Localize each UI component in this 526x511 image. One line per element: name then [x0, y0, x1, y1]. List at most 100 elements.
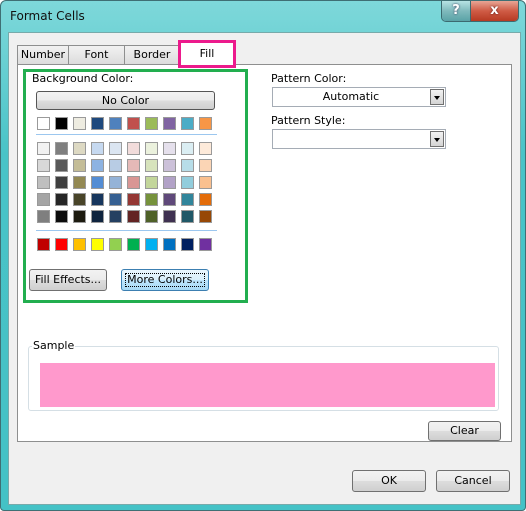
tint-color-swatch[interactable] — [181, 159, 194, 172]
tint-color-swatch[interactable] — [73, 210, 86, 223]
tint-color-swatch[interactable] — [163, 159, 176, 172]
theme-color-swatch[interactable] — [199, 117, 212, 130]
theme-color-swatch[interactable] — [91, 117, 104, 130]
tint-color-swatch[interactable] — [127, 159, 140, 172]
standard-color-swatch[interactable] — [109, 238, 122, 251]
standard-color-swatch[interactable] — [163, 238, 176, 251]
theme-color-swatch[interactable] — [163, 117, 176, 130]
tint-color-swatch[interactable] — [145, 159, 158, 172]
standard-color-swatch[interactable] — [199, 238, 212, 251]
title-bar[interactable]: Format Cells ? x — [1, 1, 525, 31]
standard-color-swatch[interactable] — [37, 238, 50, 251]
cancel-label: Cancel — [454, 474, 492, 487]
format-cells-dialog: Format Cells ? x Number Font Border Fill… — [0, 0, 526, 511]
tint-color-swatch[interactable] — [163, 142, 176, 155]
tint-color-swatch[interactable] — [55, 176, 68, 189]
theme-color-swatch[interactable] — [73, 117, 86, 130]
pattern-style-dropdown[interactable] — [272, 129, 446, 149]
tint-color-swatch[interactable] — [55, 159, 68, 172]
no-color-label: No Color — [101, 94, 150, 107]
sample-label: Sample — [32, 339, 76, 352]
dropdown-arrow-icon[interactable] — [430, 89, 444, 105]
clear-button[interactable]: Clear — [428, 421, 501, 441]
theme-color-swatch[interactable] — [181, 117, 194, 130]
tab-font[interactable]: Font — [68, 45, 125, 64]
help-button[interactable]: ? — [442, 1, 471, 21]
theme-color-swatch[interactable] — [55, 117, 68, 130]
tint-color-swatch[interactable] — [91, 176, 104, 189]
tint-color-swatch[interactable] — [55, 142, 68, 155]
tab-border[interactable]: Border — [124, 45, 180, 64]
tint-color-swatch[interactable] — [37, 159, 50, 172]
tint-color-swatch[interactable] — [163, 176, 176, 189]
separator — [36, 230, 217, 231]
tab-label: Fill — [199, 47, 215, 60]
ok-button[interactable]: OK — [352, 470, 426, 492]
tint-color-swatch[interactable] — [37, 210, 50, 223]
tint-color-swatch[interactable] — [199, 142, 212, 155]
close-button[interactable]: x — [471, 1, 518, 21]
separator — [36, 134, 217, 135]
tint-color-swatch[interactable] — [73, 193, 86, 206]
standard-color-swatch[interactable] — [127, 238, 140, 251]
tint-color-swatch[interactable] — [109, 159, 122, 172]
cancel-button[interactable]: Cancel — [436, 470, 510, 492]
tint-color-swatch[interactable] — [127, 193, 140, 206]
more-colors-button[interactable]: More Colors... — [121, 269, 209, 291]
dropdown-arrow-icon[interactable] — [430, 131, 444, 147]
tint-color-swatch[interactable] — [163, 193, 176, 206]
pattern-color-value: Automatic — [322, 90, 380, 103]
tint-color-swatch[interactable] — [109, 176, 122, 189]
tint-color-swatch[interactable] — [109, 193, 122, 206]
tint-color-swatch[interactable] — [199, 176, 212, 189]
pattern-color-label: Pattern Color: — [271, 72, 347, 85]
tint-color-swatch[interactable] — [127, 210, 140, 223]
tint-color-swatch[interactable] — [37, 142, 50, 155]
fill-effects-button[interactable]: Fill Effects... — [29, 269, 107, 291]
tint-color-swatch[interactable] — [91, 210, 104, 223]
tint-color-swatch[interactable] — [73, 159, 86, 172]
dialog-title: Format Cells — [10, 9, 85, 23]
tint-color-swatch[interactable] — [145, 193, 158, 206]
tint-color-swatch[interactable] — [181, 193, 194, 206]
tint-color-swatch[interactable] — [109, 142, 122, 155]
tint-color-swatch[interactable] — [55, 193, 68, 206]
tint-color-swatch[interactable] — [73, 176, 86, 189]
tint-color-swatch[interactable] — [145, 210, 158, 223]
tint-color-swatch[interactable] — [145, 142, 158, 155]
tint-color-swatch[interactable] — [91, 142, 104, 155]
tint-color-swatch[interactable] — [199, 193, 212, 206]
tab-fill[interactable]: Fill — [178, 40, 236, 68]
tint-color-swatch[interactable] — [163, 210, 176, 223]
standard-color-swatch[interactable] — [145, 238, 158, 251]
theme-color-swatch[interactable] — [37, 117, 50, 130]
tint-color-swatch[interactable] — [127, 176, 140, 189]
standard-color-swatch[interactable] — [73, 238, 86, 251]
theme-color-swatch[interactable] — [145, 117, 158, 130]
tab-number[interactable]: Number — [17, 45, 69, 64]
tint-color-swatch[interactable] — [73, 142, 86, 155]
fill-effects-label: Fill Effects... — [34, 273, 102, 286]
tint-color-swatch[interactable] — [91, 193, 104, 206]
tint-color-swatch[interactable] — [181, 142, 194, 155]
tint-color-swatch[interactable] — [181, 210, 194, 223]
tint-color-swatch[interactable] — [109, 210, 122, 223]
tint-color-swatch[interactable] — [181, 176, 194, 189]
no-color-button[interactable]: No Color — [36, 91, 215, 110]
fill-tab-panel: Background Color: No Color Fill Effects.… — [17, 64, 512, 442]
clear-label: Clear — [450, 424, 479, 437]
tint-color-swatch[interactable] — [37, 193, 50, 206]
tint-color-swatch[interactable] — [199, 159, 212, 172]
tint-color-swatch[interactable] — [145, 176, 158, 189]
tint-color-swatch[interactable] — [127, 142, 140, 155]
theme-color-swatch[interactable] — [109, 117, 122, 130]
standard-color-swatch[interactable] — [55, 238, 68, 251]
tint-color-swatch[interactable] — [91, 159, 104, 172]
tint-color-swatch[interactable] — [37, 176, 50, 189]
tint-color-swatch[interactable] — [55, 210, 68, 223]
tint-color-swatch[interactable] — [199, 210, 212, 223]
pattern-color-dropdown[interactable]: Automatic — [272, 87, 446, 107]
theme-color-swatch[interactable] — [127, 117, 140, 130]
standard-color-swatch[interactable] — [91, 238, 104, 251]
standard-color-swatch[interactable] — [181, 238, 194, 251]
